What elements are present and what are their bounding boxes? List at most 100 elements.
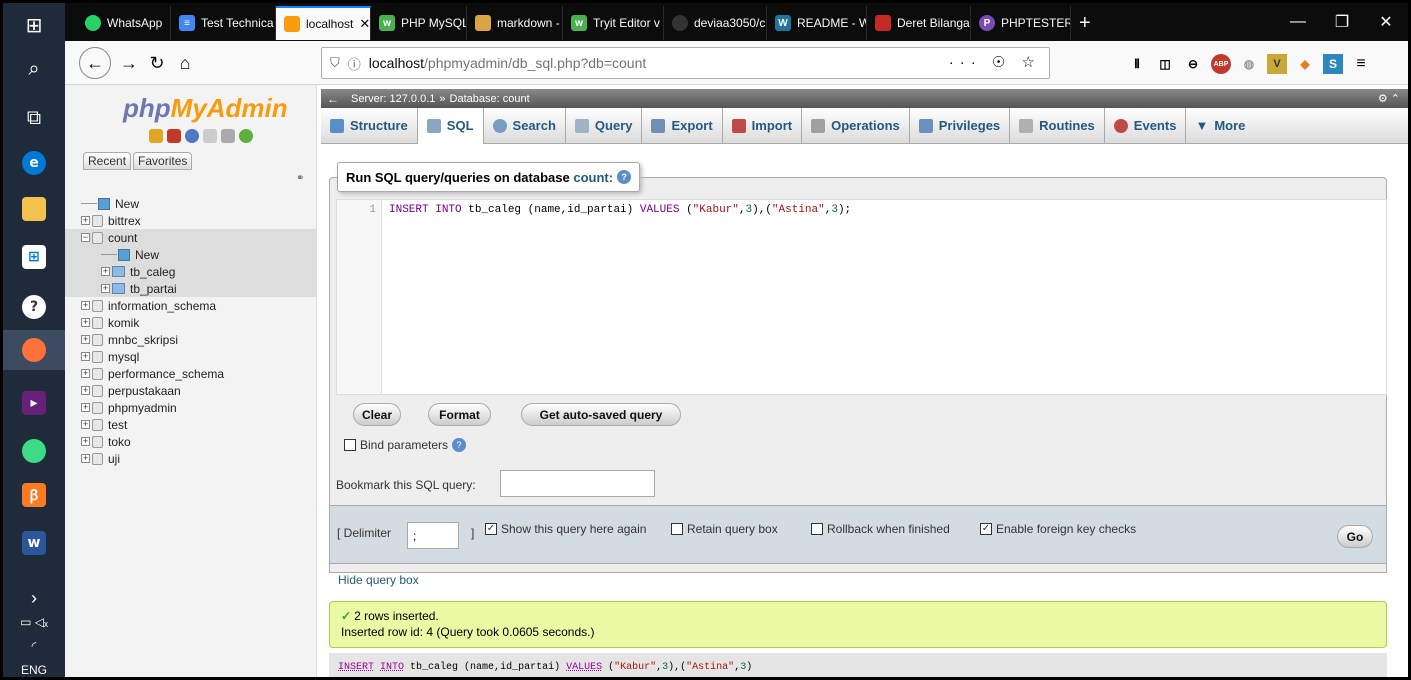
tab-operations[interactable]: Operations [802, 107, 910, 144]
windows-start-icon[interactable]: ⊞ [11, 5, 57, 45]
tab-import[interactable]: Import [723, 107, 803, 144]
tree-item-test[interactable]: + test [81, 416, 317, 433]
expand-icon[interactable]: + [81, 352, 90, 361]
android-studio-icon[interactable] [11, 431, 57, 471]
restore-button[interactable]: ❐ [1320, 3, 1364, 41]
tab-whatsapp[interactable]: WhatsApp [77, 6, 171, 40]
tree-item-perpustakaan[interactable]: + perpustakaan [81, 382, 317, 399]
retain-query-box-option[interactable]: Retain query box [671, 522, 778, 536]
tab-github[interactable]: deviaa3050/c [664, 6, 767, 40]
rollback-checkbox[interactable] [811, 523, 823, 535]
new-tab-button[interactable]: + [1071, 6, 1107, 40]
close-icon[interactable]: ✕ [359, 16, 370, 32]
home-button[interactable]: ⌂ [171, 49, 199, 77]
retain-query-box-checkbox[interactable] [671, 523, 683, 535]
collapse-icon[interactable]: − [81, 233, 90, 242]
word-icon[interactable]: w [11, 523, 57, 563]
expand-icon[interactable]: + [81, 369, 90, 378]
expand-icon[interactable]: + [101, 284, 110, 293]
tab-favorites[interactable]: Favorites [133, 152, 193, 170]
tab-tryit-editor[interactable]: w Tryit Editor v [563, 6, 664, 40]
tree-item-toko[interactable]: + toko [81, 433, 317, 450]
search-icon[interactable]: ⌕ [11, 48, 57, 88]
bind-parameters-option[interactable]: Bind parameters? [344, 438, 467, 452]
expand-icon[interactable]: + [81, 216, 90, 225]
language-indicator[interactable]: ENG [3, 663, 65, 677]
show-query-option[interactable]: ✓ Show this query here again [485, 522, 646, 536]
store-icon[interactable]: ⊞ [11, 237, 57, 277]
sql-editor[interactable]: 1 INSERT INTO tb_caleg (name,id_partai) … [336, 199, 1387, 395]
bind-parameters-checkbox[interactable] [344, 439, 356, 451]
go-button[interactable]: Go [1337, 525, 1373, 548]
tree-item-komik[interactable]: + komik [81, 314, 317, 331]
tab-sql[interactable]: SQL [417, 107, 484, 144]
tree-item-tb-partai[interactable]: + tb_partai [65, 280, 317, 297]
account-icon[interactable]: ⊖ [1183, 54, 1203, 74]
link-icon[interactable]: ⚭ [296, 173, 304, 184]
foreign-key-checks-checkbox[interactable]: ✓ [980, 523, 992, 535]
tab-events[interactable]: Events [1105, 107, 1187, 144]
tab-structure[interactable]: Structure [321, 107, 418, 144]
expand-icon[interactable]: + [81, 335, 90, 344]
tree-item-count[interactable]: − count [65, 229, 317, 246]
extension-globe-icon[interactable]: ◍ [1239, 54, 1259, 74]
tree-item-mysql[interactable]: + mysql [81, 348, 317, 365]
collapse-nav-arrow[interactable]: ← [327, 92, 339, 106]
format-button[interactable]: Format [428, 403, 491, 426]
settings-collapse-icon[interactable]: ⚙ ⌃ [1378, 92, 1400, 105]
expand-icon[interactable]: + [101, 267, 110, 276]
tab-recent[interactable]: Recent [83, 152, 132, 170]
task-view-icon[interactable]: ⧉ [11, 97, 57, 137]
tab-export[interactable]: Export [642, 107, 723, 144]
library-icon[interactable]: ⫴ [1127, 54, 1147, 74]
back-button[interactable]: ← [79, 47, 111, 79]
logout-icon[interactable] [167, 129, 181, 143]
pma-logo[interactable]: phpMyAdmin [123, 93, 288, 124]
adblock-icon[interactable]: ABP [1211, 54, 1231, 74]
tree-item-bittrex[interactable]: + bittrex [81, 212, 317, 229]
help-icon[interactable]: ? [617, 170, 632, 184]
tab-search[interactable]: Search [484, 107, 566, 144]
settings-icon[interactable] [221, 129, 235, 143]
reload-icon[interactable] [239, 129, 253, 143]
tree-item-count-new[interactable]: New [65, 246, 317, 263]
tree-item-mnbc-skripsi[interactable]: + mnbc_skripsi [81, 331, 317, 348]
extension-v-icon[interactable]: V [1267, 54, 1287, 74]
info-icon[interactable]: ⓘ [348, 54, 361, 73]
tab-phptester[interactable]: P PHPTESTER [971, 6, 1071, 40]
menu-hamburger-icon[interactable]: ≡ [1351, 54, 1371, 74]
tray-battery-volume-icon[interactable]: ▭ ◁ₓ [3, 615, 65, 629]
tab-query[interactable]: Query [566, 107, 643, 144]
expand-icon[interactable]: + [81, 454, 90, 463]
tree-item-tb-caleg[interactable]: + tb_caleg [65, 263, 317, 280]
tree-item-uji[interactable]: + uji [81, 450, 317, 467]
visual-studio-icon[interactable]: ▸ [11, 383, 57, 423]
bookmark-input[interactable] [500, 470, 655, 497]
foreign-key-checks-option[interactable]: ✓ Enable foreign key checks [980, 522, 1136, 536]
url-bar[interactable]: ⛉ ⓘ localhost/phpmyadmin/db_sql.php?db=c… [321, 47, 1050, 79]
tab-readme[interactable]: W README - W [767, 6, 867, 40]
tracking-shield-icon[interactable]: ⛉ [330, 55, 340, 71]
wifi-icon[interactable]: ◜ [3, 639, 65, 653]
home-icon[interactable] [149, 129, 163, 143]
tree-item-new[interactable]: New [81, 195, 317, 212]
breadcrumb-server[interactable]: Server: 127.0.0.1 [351, 93, 435, 105]
expand-icon[interactable]: + [81, 437, 90, 446]
reload-button[interactable]: ↻ [143, 49, 171, 77]
expand-icon[interactable]: + [81, 318, 90, 327]
tree-item-information-schema[interactable]: + information_schema [81, 297, 317, 314]
firefox-icon[interactable] [3, 330, 65, 370]
docs-icon[interactable] [203, 129, 217, 143]
expand-icon[interactable]: + [81, 386, 90, 395]
tab-more[interactable]: ▼ More [1186, 108, 1254, 144]
delimiter-input[interactable]: ; [407, 522, 459, 549]
tree-item-performance-schema[interactable]: + performance_schema [81, 365, 317, 382]
tab-markdown[interactable]: markdown - [467, 6, 563, 40]
tree-item-phpmyadmin[interactable]: + phpmyadmin [81, 399, 317, 416]
postman-icon[interactable]: ? [11, 287, 57, 327]
get-auto-saved-query-button[interactable]: Get auto-saved query [521, 403, 681, 426]
tab-deret-bilangan[interactable]: Deret Bilanga [867, 6, 971, 40]
tab-php-mysql[interactable]: w PHP MySQL [371, 6, 467, 40]
tab-routines[interactable]: Routines [1010, 107, 1105, 144]
clear-button[interactable]: Clear [353, 403, 401, 426]
